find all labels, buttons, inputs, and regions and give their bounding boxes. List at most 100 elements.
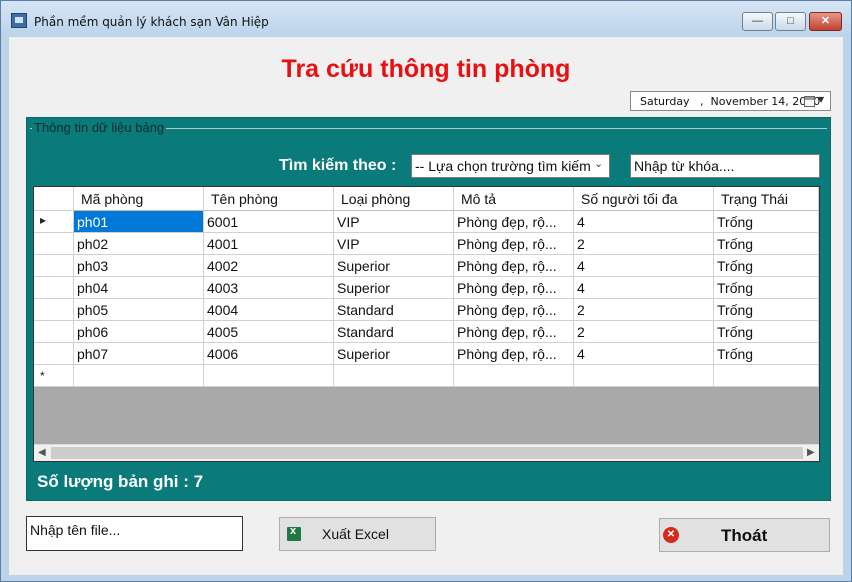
row-header[interactable] — [34, 277, 74, 299]
table-cell[interactable]: Phòng đẹp, rộ... — [454, 299, 574, 321]
data-groupbox: Thông tin dữ liệu bảng Tìm kiếm theo : -… — [26, 117, 831, 501]
table-cell[interactable]: 2 — [574, 321, 714, 343]
title-bar[interactable]: Phần mềm quản lý khách sạn Vân Hiệp — □ … — [1, 1, 851, 37]
column-header[interactable]: Loại phòng — [334, 187, 454, 211]
table-cell[interactable]: ph04 — [74, 277, 204, 299]
table-row[interactable]: ph04 4003 Superior Phòng đẹp, rộ... 4 Trống — [34, 277, 819, 299]
date-value: Saturday , November 14, 2020 — [640, 95, 821, 108]
table-cell[interactable]: Trống — [714, 343, 819, 365]
column-header[interactable]: Số người tối đa — [574, 187, 714, 211]
table-cell[interactable]: Phòng đẹp, rộ... — [454, 321, 574, 343]
calendar-icon[interactable] — [804, 96, 815, 107]
record-count-label: Số lượng bản ghi : 7 — [37, 472, 204, 491]
exit-icon: ✕ — [663, 527, 679, 543]
column-header[interactable]: Tên phòng — [204, 187, 334, 211]
table-cell[interactable]: ph06 — [74, 321, 204, 343]
exit-button[interactable]: ✕ Thoát — [659, 518, 830, 552]
table-cell[interactable]: ph07 — [74, 343, 204, 365]
maximize-button[interactable]: □ — [775, 12, 806, 31]
window-title: Phần mềm quản lý khách sạn Vân Hiệp — [34, 15, 269, 29]
table-cell[interactable] — [714, 365, 819, 387]
table-cell[interactable] — [574, 365, 714, 387]
table-cell[interactable]: Phòng đẹp, rộ... — [454, 277, 574, 299]
table-row[interactable]: ph05 4004 Standard Phòng đẹp, rộ... 2 Trống — [34, 299, 819, 321]
table-cell[interactable]: Superior — [334, 343, 454, 365]
chevron-down-icon[interactable]: ▼ — [818, 95, 824, 104]
table-cell[interactable] — [454, 365, 574, 387]
table-cell[interactable]: Trống — [714, 211, 819, 233]
filename-input[interactable]: Nhập tên file... — [26, 516, 243, 551]
table-cell[interactable]: 4002 — [204, 255, 334, 277]
table-cell[interactable]: Phòng đẹp, rộ... — [454, 233, 574, 255]
excel-icon — [287, 525, 301, 541]
table-cell[interactable] — [74, 365, 204, 387]
form-title: Tra cứu thông tin phòng — [281, 55, 571, 83]
scroll-left-icon[interactable]: ◀ — [38, 447, 46, 458]
chevron-down-icon[interactable]: ⌄ — [594, 157, 603, 170]
table-row[interactable]: ph07 4006 Superior Phòng đẹp, rộ... 4 Trống — [34, 343, 819, 365]
table-header-row: Mã phòng Tên phòng Loại phòng Mô tả Số người… — [34, 187, 819, 211]
table-cell[interactable]: 4 — [574, 211, 714, 233]
table-cell[interactable]: Standard — [334, 299, 454, 321]
table-cell[interactable]: Superior — [334, 255, 454, 277]
table-cell[interactable]: ph01 — [74, 211, 204, 233]
export-excel-button[interactable]: Xuất Excel — [279, 517, 436, 551]
app-icon — [11, 13, 27, 28]
table-cell[interactable]: 4001 — [204, 233, 334, 255]
scroll-right-icon[interactable]: ▶ — [807, 447, 815, 458]
search-field-value: -- Lựa chọn trường tìm kiếm — [415, 158, 591, 174]
column-header[interactable]: Trạng Thái — [714, 187, 819, 211]
table-cell[interactable]: ph02 — [74, 233, 204, 255]
table-cell[interactable]: 4003 — [204, 277, 334, 299]
date-picker[interactable]: Saturday , November 14, 2020 ▼ — [630, 91, 831, 111]
row-header[interactable]: ▸ — [34, 211, 74, 233]
table-cell[interactable]: 4 — [574, 277, 714, 299]
table-cell[interactable]: Trống — [714, 321, 819, 343]
table-cell[interactable]: 2 — [574, 233, 714, 255]
table-cell[interactable]: 4005 — [204, 321, 334, 343]
close-button[interactable]: ✕ — [809, 12, 842, 31]
table-cell[interactable]: VIP — [334, 233, 454, 255]
table-cell[interactable]: Phòng đẹp, rộ... — [454, 255, 574, 277]
table-cell[interactable] — [204, 365, 334, 387]
row-header[interactable] — [34, 321, 74, 343]
groupbox-title: Thông tin dữ liệu bảng — [32, 120, 167, 135]
column-header[interactable]: Mã phòng — [74, 187, 204, 211]
table-row[interactable]: ph06 4005 Standard Phòng đẹp, rộ... 2 Trống — [34, 321, 819, 343]
table-cell[interactable] — [334, 365, 454, 387]
table-row[interactable]: ph03 4002 Superior Phòng đẹp, rộ... 4 Trống — [34, 255, 819, 277]
table-cell[interactable]: Standard — [334, 321, 454, 343]
new-row[interactable]: * — [34, 365, 819, 387]
table-cell[interactable]: 4 — [574, 343, 714, 365]
horizontal-scrollbar[interactable]: ◀ ▶ — [34, 444, 819, 461]
table-cell[interactable]: Trống — [714, 255, 819, 277]
table-cell[interactable]: 4006 — [204, 343, 334, 365]
table-cell[interactable]: VIP — [334, 211, 454, 233]
minimize-button[interactable]: — — [742, 12, 773, 31]
header-corner — [34, 187, 74, 211]
table-cell[interactable]: ph03 — [74, 255, 204, 277]
keyword-input[interactable]: Nhập từ khóa.... — [630, 154, 820, 178]
table-cell[interactable]: Trống — [714, 233, 819, 255]
scroll-thumb[interactable] — [51, 447, 803, 459]
table-cell[interactable]: 6001 — [204, 211, 334, 233]
rooms-datagrid[interactable]: Mã phòng Tên phòng Loại phòng Mô tả Số người… — [33, 186, 820, 462]
row-header[interactable] — [34, 299, 74, 321]
table-row[interactable]: ph02 4001 VIP Phòng đẹp, rộ... 2 Trống — [34, 233, 819, 255]
table-cell[interactable]: Superior — [334, 277, 454, 299]
column-header[interactable]: Mô tả — [454, 187, 574, 211]
table-cell[interactable]: 4 — [574, 255, 714, 277]
search-field-combobox[interactable]: -- Lựa chọn trường tìm kiếm ⌄ — [411, 154, 610, 178]
row-header[interactable] — [34, 343, 74, 365]
form-client-area: Tra cứu thông tin phòng Saturday , Novem… — [9, 37, 843, 575]
table-cell[interactable]: Trống — [714, 277, 819, 299]
table-row[interactable]: ▸ ph01 6001 VIP Phòng đẹp, rộ... 4 Trống — [34, 211, 819, 233]
table-cell[interactable]: Phòng đẹp, rộ... — [454, 343, 574, 365]
table-cell[interactable]: 4004 — [204, 299, 334, 321]
table-cell[interactable]: Phòng đẹp, rộ... — [454, 211, 574, 233]
table-cell[interactable]: ph05 — [74, 299, 204, 321]
row-header[interactable] — [34, 255, 74, 277]
row-header[interactable] — [34, 233, 74, 255]
table-cell[interactable]: Trống — [714, 299, 819, 321]
table-cell[interactable]: 2 — [574, 299, 714, 321]
